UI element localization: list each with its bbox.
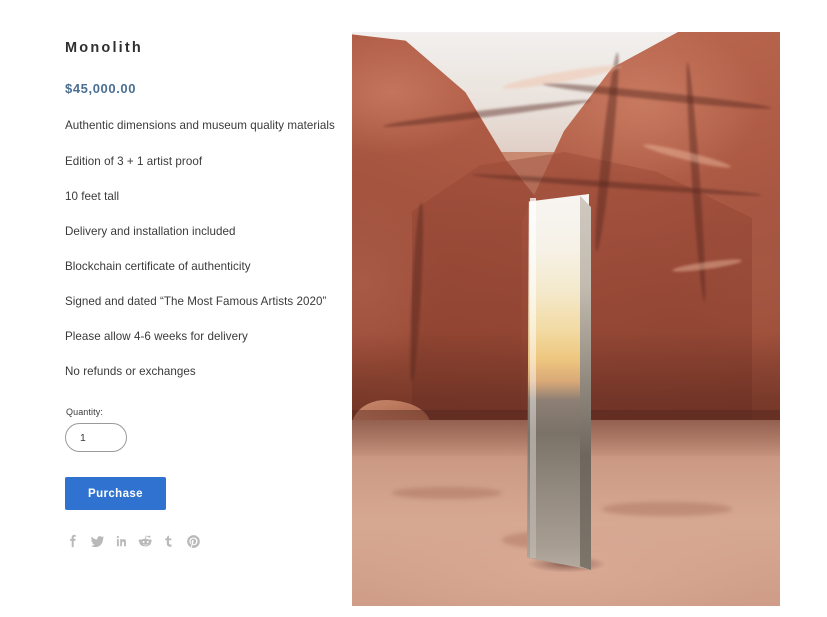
twitter-icon[interactable] [89,533,105,549]
quantity-label: Quantity: [66,407,103,418]
page-title: Monolith [65,40,143,56]
purchase-button[interactable]: Purchase [65,477,166,511]
product-detail-line: 10 feet tall [65,189,120,203]
product-detail-line: No refunds or exchanges [65,365,196,379]
product-detail-line: Blockchain certificate of authenticity [65,259,251,273]
linkedin-icon[interactable] [113,533,129,549]
product-hero-image [352,32,780,606]
monolith-face [527,194,589,569]
product-detail-line: Authentic dimensions and museum quality … [65,119,335,133]
quantity-block: Quantity: [65,407,335,453]
pinterest-icon[interactable] [185,533,201,549]
product-detail-line: Edition of 3 + 1 artist proof [65,154,203,168]
sand-mark [392,487,502,499]
product-info-panel: Monolith $45,000.00 Authentic dimensions… [65,40,335,549]
reddit-icon[interactable] [137,533,153,549]
product-detail-line: Delivery and installation included [65,224,236,238]
tumblr-icon[interactable] [161,533,177,549]
product-page: Monolith $45,000.00 Authentic dimensions… [0,0,827,617]
monolith-glint [530,198,536,558]
facebook-icon[interactable] [65,533,81,549]
sand-mark [602,502,732,516]
social-share-row [65,533,335,549]
product-detail-line: Please allow 4-6 weeks for delivery [65,330,248,344]
quantity-input[interactable] [65,423,127,453]
product-price: $45,000.00 [65,81,137,97]
monolith-side-edge [580,195,591,570]
product-detail-line: Signed and dated “The Most Famous Artist… [65,295,327,309]
